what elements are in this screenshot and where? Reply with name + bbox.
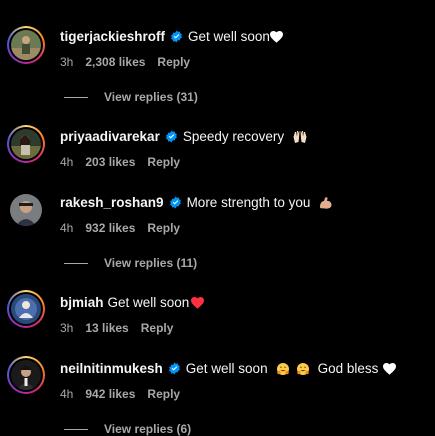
hugging-face-icon bbox=[296, 362, 309, 375]
comment-likes[interactable]: 203 likes bbox=[85, 155, 135, 169]
reply-button[interactable]: Reply bbox=[157, 55, 190, 69]
avatar[interactable] bbox=[7, 191, 45, 229]
comment-meta: 4h 942 likes Reply bbox=[60, 387, 180, 401]
verified-badge-icon bbox=[168, 362, 180, 375]
red-heart-icon bbox=[191, 296, 205, 309]
comment-time: 4h bbox=[60, 221, 74, 235]
verified-badge-icon bbox=[165, 130, 177, 143]
comment-likes[interactable]: 942 likes bbox=[85, 387, 135, 401]
raising-hands-icon bbox=[293, 130, 307, 143]
reply-button[interactable]: Reply bbox=[147, 221, 180, 235]
comment-text-line: bjmiah Get well soon bbox=[60, 295, 205, 310]
reply-button[interactable]: Reply bbox=[141, 321, 174, 335]
view-replies-button[interactable]: View replies (6) bbox=[64, 422, 191, 436]
comment-text-line: tigerjackieshroff Get well soon bbox=[60, 29, 283, 44]
avatar[interactable] bbox=[7, 290, 45, 328]
comment-meta: 4h 203 likes Reply bbox=[60, 155, 180, 169]
view-replies-button[interactable]: View replies (11) bbox=[64, 256, 197, 270]
comment-text-line: neilnitinmukesh Get well soon God bless bbox=[60, 361, 397, 376]
view-replies-label: View replies (31) bbox=[104, 90, 198, 104]
comment-meta: 4h 932 likes Reply bbox=[60, 221, 180, 235]
comment-body: Get well soon bbox=[185, 361, 268, 376]
white-heart-icon bbox=[269, 30, 283, 43]
comment-username[interactable]: bjmiah bbox=[60, 295, 104, 310]
comment-meta: 3h 2,308 likes Reply bbox=[60, 55, 190, 69]
comment-username[interactable]: neilnitinmukesh bbox=[60, 361, 163, 376]
comment-text-line: priyaadivarekar Speedy recovery bbox=[60, 129, 308, 144]
comment-body: More strength to you bbox=[186, 195, 311, 210]
flexed-biceps-icon bbox=[320, 196, 332, 209]
reply-button[interactable]: Reply bbox=[147, 155, 180, 169]
comment-username[interactable]: tigerjackieshroff bbox=[60, 29, 165, 44]
avatar[interactable] bbox=[7, 26, 45, 64]
comment-body: Get well soon bbox=[188, 29, 270, 44]
comment-likes[interactable]: 932 likes bbox=[85, 221, 135, 235]
view-replies-dash bbox=[64, 96, 88, 98]
comment-time: 4h bbox=[60, 155, 74, 169]
comment-body: Speedy recovery bbox=[182, 129, 285, 144]
comment-time: 3h bbox=[60, 321, 74, 335]
comment-text-line: rakesh_roshan9 More strength to you bbox=[60, 195, 333, 210]
comment-time: 3h bbox=[60, 55, 74, 69]
avatar[interactable] bbox=[7, 356, 45, 394]
view-replies-button[interactable]: View replies (31) bbox=[64, 90, 198, 104]
white-heart-icon bbox=[383, 362, 397, 375]
view-replies-label: View replies (6) bbox=[104, 422, 192, 436]
comment-body-continued: God bless bbox=[317, 361, 379, 376]
hugging-face-icon bbox=[276, 362, 289, 375]
view-replies-dash bbox=[64, 262, 88, 264]
view-replies-label: View replies (11) bbox=[104, 256, 198, 270]
view-replies-dash bbox=[64, 428, 88, 430]
comment-meta: 3h 13 likes Reply bbox=[60, 321, 173, 335]
comment-time: 4h bbox=[60, 387, 74, 401]
verified-badge-icon bbox=[171, 30, 182, 43]
comment-username[interactable]: priyaadivarekar bbox=[60, 129, 160, 144]
comment-likes[interactable]: 13 likes bbox=[85, 321, 128, 335]
comment-username[interactable]: rakesh_roshan9 bbox=[60, 195, 164, 210]
verified-badge-icon bbox=[169, 196, 181, 209]
reply-button[interactable]: Reply bbox=[147, 387, 180, 401]
comment-body: Get well soon bbox=[107, 295, 190, 310]
comment-likes[interactable]: 2,308 likes bbox=[85, 55, 145, 69]
avatar[interactable] bbox=[7, 125, 45, 163]
